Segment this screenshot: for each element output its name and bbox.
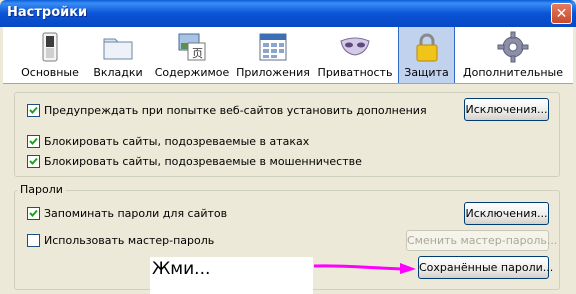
tab-security[interactable]: Защита [398,27,455,83]
folder-tabs-icon [103,38,133,60]
block-forgery-label: Блокировать сайты, подозреваемые в мошен… [44,155,362,168]
gear-icon [497,31,529,63]
check-icon [29,137,38,145]
prefs-toolbar: Основные Вкладки 页 Содержимое Приложения… [3,27,573,84]
master-password-checkbox[interactable] [27,234,40,247]
annotation-text: Жми... [152,259,211,279]
tab-main-label: Основные [21,66,79,79]
tab-tabs[interactable]: Вкладки [88,27,148,83]
remember-passwords-label: Запоминать пароли для сайтов [44,207,228,220]
content-icon: 页 [178,33,206,61]
tab-advanced-label: Дополнительные [463,66,563,79]
passwords-exceptions-button[interactable]: Исключения... [464,202,549,225]
title-bar[interactable]: Настройки ✕ [0,0,576,27]
lock-icon [416,33,437,62]
tab-content-label: Содержимое [154,66,230,79]
applications-icon [259,33,287,61]
passwords-legend: Пароли [17,183,66,196]
annotation-box: Жми... [150,257,313,294]
tab-main[interactable]: Основные [15,27,85,83]
annotation-arrow-icon [313,263,416,274]
check-icon [29,209,38,217]
check-icon [29,106,38,114]
change-master-password-button[interactable]: Сменить мастер-пароль... [406,230,557,251]
addons-exceptions-button[interactable]: Исключения... [464,98,549,121]
tab-applications-label: Приложения [236,66,310,79]
settings-window: Настройки ✕ Основные Вкладки 页 Содержимо… [0,0,576,294]
tab-security-label: Защита [404,66,449,79]
block-attack-checkbox[interactable] [27,135,40,148]
check-icon [29,157,38,165]
warn-addons-label: Предупреждать при попытке веб-сайтов уст… [44,104,427,117]
master-password-label: Использовать мастер-пароль [44,234,215,247]
window-title: Настройки [7,5,88,20]
block-attack-label: Блокировать сайты, подозреваемые в атака… [44,135,310,148]
saved-passwords-button[interactable]: Сохранённые пароли... [418,256,553,279]
tab-content[interactable]: 页 Содержимое [152,27,232,83]
tab-privacy-label: Приватность [317,66,393,79]
tab-tabs-label: Вкладки [93,66,143,79]
mask-icon [340,37,370,56]
switch-icon [42,32,58,62]
tab-privacy[interactable]: Приватность [315,27,395,83]
remember-passwords-checkbox[interactable] [27,207,40,220]
tab-advanced[interactable]: Дополнительные [458,27,568,83]
warn-addons-checkbox[interactable] [27,104,40,117]
tab-applications[interactable]: Приложения [234,27,312,83]
close-button[interactable]: ✕ [551,3,572,24]
svg-text:页: 页 [192,47,203,60]
block-forgery-checkbox[interactable] [27,155,40,168]
